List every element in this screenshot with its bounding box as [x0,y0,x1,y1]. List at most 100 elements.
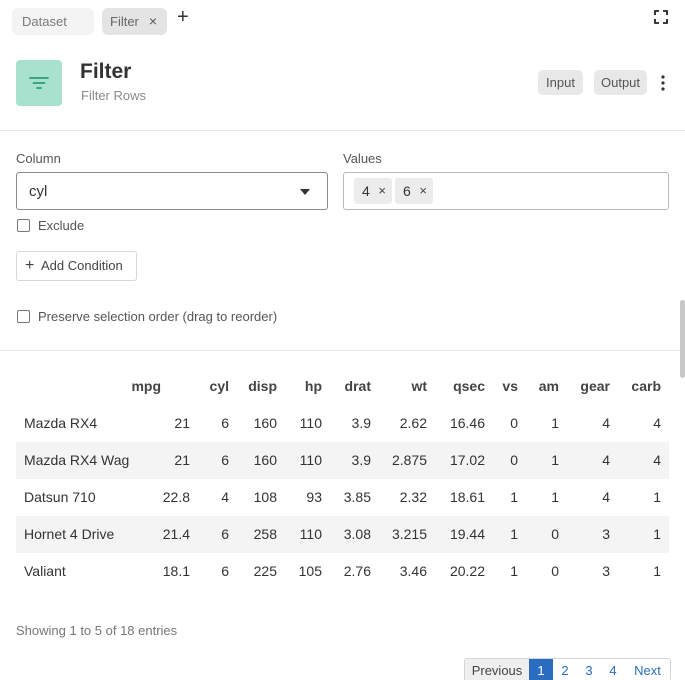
table-cell: 0 [510,415,518,431]
add-tab-button[interactable]: + [177,6,189,28]
table-cell: 21 [174,452,190,468]
column-header-gear[interactable]: gear [580,378,610,394]
next-page-button[interactable]: Next [625,659,670,680]
column-header-hp[interactable]: hp [305,378,322,394]
more-options-icon[interactable] [658,74,668,92]
table-cell: 160 [253,415,277,431]
page-button-1[interactable]: 1 [529,659,553,680]
table-cell: 3.9 [351,415,371,431]
table-cell: 3 [602,563,610,579]
column-header-cyl[interactable]: cyl [210,378,229,394]
page-button-4[interactable]: 4 [601,659,625,680]
table-cell: 3.08 [343,526,371,542]
table-cell: 2.62 [399,415,427,431]
table-cell: 160 [253,452,277,468]
table-cell: 6 [221,526,229,542]
table-cell: 110 [299,415,322,431]
table-cell: Valiant [24,563,66,579]
table-cell: Datsun 710 [24,489,96,505]
table-cell: 110 [299,452,322,468]
column-label: Column [16,151,61,166]
add-condition-button[interactable]: + Add Condition [16,251,137,281]
value-chip: 6 × [395,178,433,204]
tab-label: Dataset [22,14,67,29]
column-header-wt[interactable]: wt [411,378,427,394]
table-cell: 258 [253,526,277,542]
chevron-down-icon [300,189,310,195]
table-cell: 4 [653,452,661,468]
chip-label: 4 [362,183,370,199]
column-select[interactable]: cyl [16,172,328,210]
table-cell: 1 [510,526,518,542]
exclude-checkbox[interactable] [17,219,30,232]
table-cell: 0 [551,526,559,542]
table-cell: 2.76 [343,563,371,579]
table-cell: 1 [653,563,661,579]
scrollbar-thumb[interactable] [680,300,685,378]
table-cell: 1 [551,452,559,468]
table-cell: 4 [221,489,229,505]
table-cell: 17.02 [449,452,485,468]
column-header-vs[interactable]: vs [502,378,518,394]
table-cell: 4 [602,415,610,431]
preserve-order-checkbox[interactable] [17,310,30,323]
table-cell: 110 [299,526,322,542]
table-cell: 16.46 [449,415,485,431]
table-cell: 3.46 [399,563,427,579]
table-cell: 0 [551,563,559,579]
table-cell: 3.9 [351,452,371,468]
table-cell: 21 [174,415,190,431]
table-cell: 2.875 [391,452,427,468]
table-cell: 93 [306,489,322,505]
table-cell: 3 [602,526,610,542]
column-header-am[interactable]: am [539,378,559,394]
table-cell: 21.4 [162,526,190,542]
column-header-drat[interactable]: drat [345,378,371,394]
filter-icon [29,77,49,89]
close-tab-icon[interactable]: × [149,8,157,35]
table-cell: 20.22 [449,563,485,579]
column-header-disp[interactable]: disp [248,378,277,394]
node-icon-badge [16,60,62,106]
table-cell: 1 [653,526,661,542]
table-cell: 22.8 [162,489,190,505]
page-subtitle: Filter Rows [81,88,147,103]
output-button[interactable]: Output [594,70,647,95]
values-multiselect[interactable]: 4 × 6 × [343,172,669,210]
column-header-mpg[interactable]: mpg [131,378,161,394]
chip-label: 6 [403,183,411,199]
remove-chip-icon[interactable]: × [419,178,427,204]
column-header-carb[interactable]: carb [631,378,661,394]
add-condition-label: Add Condition [41,258,123,273]
column-select-value: cyl [29,183,48,200]
table-cell: 6 [221,415,229,431]
table-cell: 108 [253,489,277,505]
previous-page-button[interactable]: Previous [465,659,529,680]
table-cell: 2.32 [399,489,427,505]
node-header: Filter Filter Rows Input Output [0,40,685,131]
table-cell: 1 [551,415,559,431]
tab-label: Filter [110,14,139,29]
table-row: Mazda RX4 Wag 21 6 160 110 3.9 2.875 17.… [16,442,669,479]
page-button-3[interactable]: 3 [577,659,601,680]
table-cell: 19.44 [449,526,485,542]
table-cell: 18.61 [449,489,485,505]
tab-filter[interactable]: Filter × [102,8,167,35]
tab-dataset[interactable]: Dataset [12,8,94,35]
table-cell: 4 [602,452,610,468]
table-cell: 6 [221,452,229,468]
table-cell: 1 [510,563,518,579]
fullscreen-icon[interactable] [654,10,668,24]
plus-icon: + [25,257,35,274]
remove-chip-icon[interactable]: × [378,178,386,204]
column-header-qsec[interactable]: qsec [453,378,485,394]
section-divider [0,350,685,351]
table-cell: 6 [221,563,229,579]
page-button-2[interactable]: 2 [553,659,577,680]
values-label: Values [343,151,382,166]
input-button[interactable]: Input [538,70,583,95]
table-row: Mazda RX4 21 6 160 110 3.9 2.62 16.46 0 … [16,405,669,442]
exclude-label: Exclude [38,218,85,233]
table-cell: 105 [298,563,322,579]
value-chip: 4 × [354,178,392,204]
